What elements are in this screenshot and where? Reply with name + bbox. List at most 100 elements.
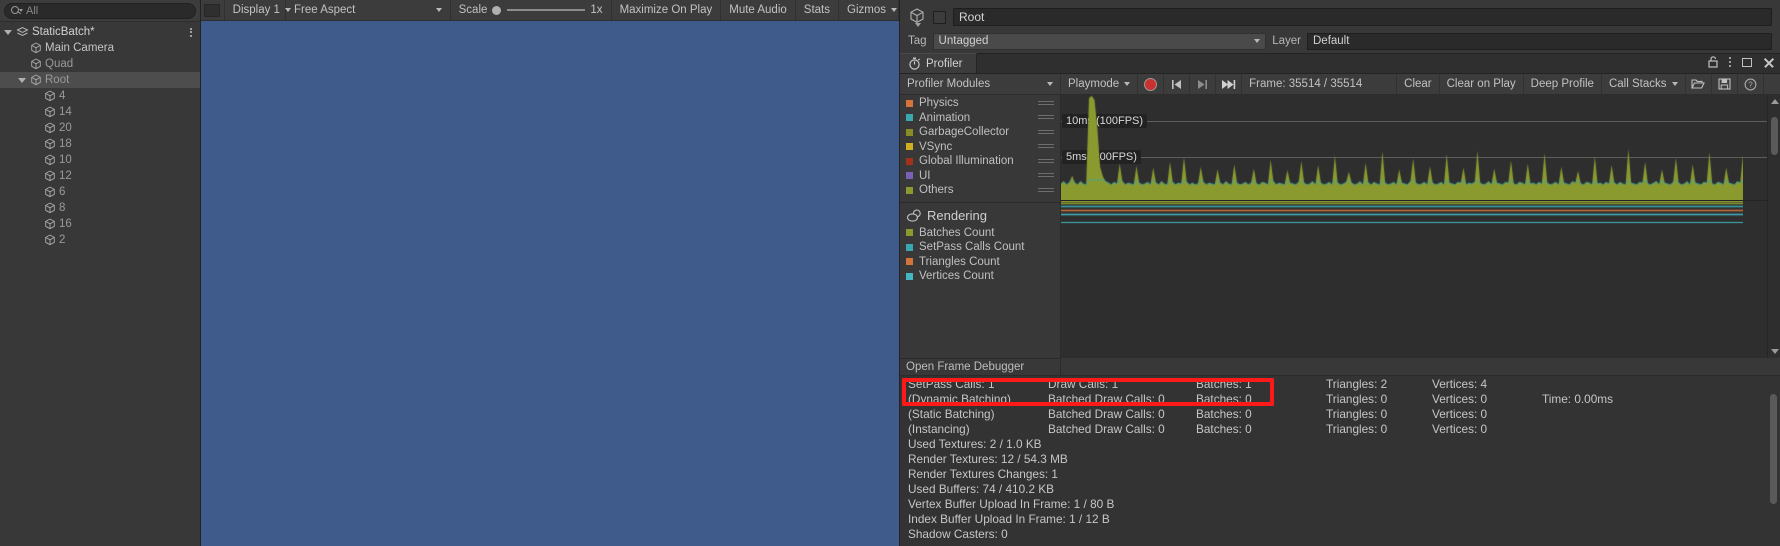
game-view-canvas[interactable] (201, 21, 899, 546)
last-frame-button[interactable] (1216, 74, 1243, 94)
rendering-chart[interactable] (1061, 201, 1780, 358)
gameobject-icon (44, 186, 56, 198)
maximize-on-play-toggle[interactable]: Maximize On Play (612, 0, 722, 20)
cpu-module-vsync[interactable]: VSync (900, 140, 1060, 155)
hierarchy-item-main-camera[interactable]: Main Camera (0, 40, 200, 56)
clear-label: Clear (1404, 78, 1432, 90)
hierarchy-list[interactable]: StaticBatch* Main Camera Quad Root 4 14 20 18 10… (0, 22, 200, 546)
help-button[interactable]: ? (1738, 74, 1764, 94)
tag-label: Tag (908, 35, 927, 47)
clear-button[interactable]: Clear (1397, 74, 1440, 94)
hierarchy-item-10[interactable]: 10 (0, 152, 200, 168)
drag-handle-icon[interactable] (1038, 129, 1054, 136)
hierarchy-item-12[interactable]: 12 (0, 168, 200, 184)
drag-handle-icon[interactable] (1038, 100, 1054, 107)
scrollbar-thumb[interactable] (1770, 394, 1777, 504)
previous-frame-button[interactable] (1164, 74, 1191, 94)
hierarchy-item-label: 4 (59, 90, 66, 102)
aspect-dropdown[interactable]: Free Aspect (286, 0, 451, 20)
tag-dropdown[interactable]: Untagged (932, 32, 1267, 50)
hierarchy-item-18[interactable]: 18 (0, 136, 200, 152)
cpu-module-others[interactable]: Others (900, 183, 1060, 198)
rendering-module-title[interactable]: Rendering (900, 206, 1060, 226)
hierarchy-item-label: StaticBatch* (32, 26, 95, 38)
module-label: Global Illumination (919, 155, 1014, 168)
cpu-module-physics[interactable]: Physics (900, 96, 1060, 111)
cpu-module-group[interactable]: Physics Animation GarbageCollector VSync Glo… (900, 96, 1060, 198)
scroll-down-icon[interactable] (1771, 349, 1779, 354)
gameobject-name-field[interactable]: Root (953, 8, 1772, 26)
deep-profile-toggle[interactable]: Deep Profile (1524, 74, 1602, 94)
layer-dropdown[interactable]: Default (1307, 32, 1772, 50)
hierarchy-item-16[interactable]: 16 (0, 216, 200, 232)
deep-profile-label: Deep Profile (1530, 78, 1594, 90)
drag-handle-icon[interactable] (1038, 115, 1054, 121)
cpu-module-animation[interactable]: Animation (900, 111, 1060, 126)
divider (900, 201, 1060, 203)
open-frame-debugger-button[interactable]: Open Frame Debugger (900, 358, 1061, 375)
module-label: Vertices Count (919, 270, 994, 283)
stats-row: SetPass Calls: 1 Draw Calls: 1 Batches: 1 T… (900, 376, 1780, 391)
cpu-module-global-illumination[interactable]: Global Illumination (900, 154, 1060, 169)
gameobject-icon (908, 7, 926, 27)
cpu-usage-chart[interactable]: 10ms (100FPS) 5ms (200FPS) (1061, 95, 1780, 201)
next-frame-button[interactable] (1190, 74, 1217, 94)
stats-cell: SetPass Calls: 1 (908, 376, 995, 391)
stats-toggle[interactable]: Stats (796, 0, 839, 20)
chevron-down-icon[interactable] (16, 75, 27, 86)
close-icon[interactable] (1763, 57, 1774, 68)
hierarchy-item-8[interactable]: 8 (0, 200, 200, 216)
module-label: Batches Count (919, 226, 995, 239)
hierarchy-item-20[interactable]: 20 (0, 120, 200, 136)
rendering-module-setpass-calls-count[interactable]: SetPass Calls Count (900, 240, 1060, 255)
drag-handle-icon[interactable] (1038, 187, 1054, 194)
rendering-module-group[interactable]: Batches Count SetPass Calls Count Triangle… (900, 226, 1060, 284)
call-stacks-dropdown[interactable]: Call Stacks (1602, 74, 1686, 94)
save-profile-button[interactable] (1712, 74, 1738, 94)
hierarchy-item-root[interactable]: Root (0, 72, 200, 88)
profiler-modules-dropdown[interactable]: Profiler Modules (900, 74, 1061, 94)
cpu-module-garbagecollector[interactable]: GarbageCollector (900, 125, 1060, 140)
kebab-menu-icon[interactable] (1729, 57, 1731, 67)
scale-slider-group[interactable]: Scale 1x (451, 0, 612, 20)
hierarchy-item-2[interactable]: 2 (0, 232, 200, 248)
lock-icon[interactable] (1708, 56, 1718, 68)
game-view-tab-icon-button[interactable] (201, 0, 225, 20)
scale-slider[interactable] (492, 5, 586, 15)
hierarchy-item-6[interactable]: 6 (0, 184, 200, 200)
playmode-dropdown[interactable]: Playmode (1061, 74, 1139, 94)
slider-track[interactable] (507, 9, 586, 11)
gameobject-icon (44, 202, 56, 214)
profiler-vertical-scrollbar[interactable] (1767, 95, 1780, 358)
drag-handle-icon[interactable] (1038, 158, 1054, 165)
svg-text:?: ? (1748, 80, 1753, 89)
load-profile-button[interactable] (1686, 74, 1712, 94)
rendering-module-batches-count[interactable]: Batches Count (900, 226, 1060, 241)
hierarchy-item-4[interactable]: 4 (0, 88, 200, 104)
rendering-module-vertices-count[interactable]: Vertices Count (900, 269, 1060, 284)
stats-row: (Instancing) Batched Draw Calls: 0 Batches… (900, 421, 1780, 436)
hierarchy-item-label: 10 (59, 154, 72, 166)
hierarchy-item-14[interactable]: 14 (0, 104, 200, 120)
stats-scrollbar[interactable] (1767, 376, 1780, 546)
clear-on-play-toggle[interactable]: Clear on Play (1440, 74, 1524, 94)
record-button[interactable] (1138, 74, 1165, 94)
kebab-menu-icon[interactable] (186, 26, 196, 38)
display-dropdown[interactable]: Display 1 (225, 0, 291, 20)
cpu-module-ui[interactable]: UI (900, 169, 1060, 184)
hierarchy-item-staticbatch-[interactable]: StaticBatch* (0, 24, 200, 40)
slider-handle[interactable] (492, 5, 502, 15)
search-input[interactable]: All (4, 2, 196, 19)
scrollbar-thumb[interactable] (1771, 117, 1778, 155)
scroll-up-icon[interactable] (1771, 99, 1779, 104)
drag-handle-icon[interactable] (1038, 173, 1054, 179)
chevron-down-icon[interactable] (2, 27, 13, 38)
rendering-module-triangles-count[interactable]: Triangles Count (900, 255, 1060, 270)
maximize-icon[interactable] (1742, 57, 1752, 67)
mute-audio-toggle[interactable]: Mute Audio (721, 0, 796, 20)
drag-handle-icon[interactable] (1038, 144, 1054, 150)
hierarchy-item-quad[interactable]: Quad (0, 56, 200, 72)
gizmos-dropdown[interactable]: Gizmos (839, 0, 899, 20)
tab-profiler[interactable]: Profiler (900, 53, 978, 73)
gameobject-active-checkbox[interactable] (933, 10, 946, 24)
